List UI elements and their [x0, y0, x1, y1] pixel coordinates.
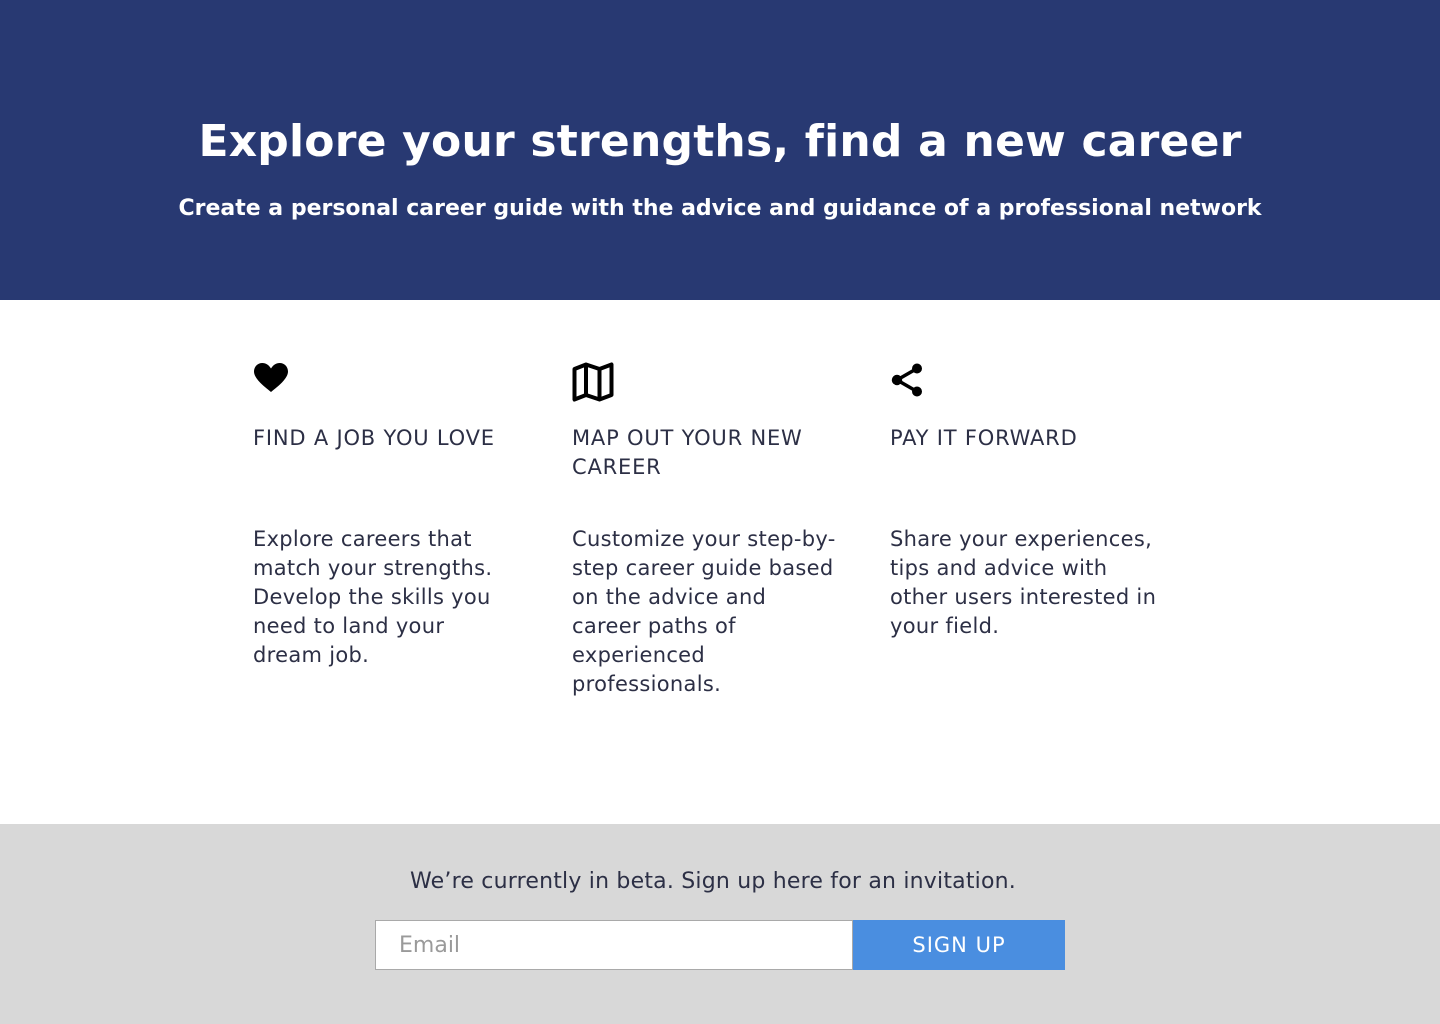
feature-description: Explore careers that match your strength… [253, 527, 493, 667]
feature-pay-forward: PAY IT FORWARD Share your experiences, t… [890, 362, 1180, 638]
email-input[interactable] [375, 920, 853, 970]
feature-description: Share your experiences, tips and advice … [890, 527, 1157, 638]
map-icon [572, 362, 842, 402]
signup-button[interactable]: SIGN UP [853, 920, 1065, 970]
feature-map-career: MAP OUT YOUR NEW CAREER Customize your s… [572, 362, 842, 696]
share-icon [890, 362, 1180, 402]
feature-heading: FIND A JOB YOU LOVE [253, 426, 495, 450]
heart-icon [253, 362, 523, 402]
feature-description: Customize your step-by-step career guide… [572, 527, 836, 696]
beta-message: We’re currently in beta. Sign up here fo… [410, 869, 1016, 894]
hero-banner: Explore your strengths, find a new caree… [0, 0, 1440, 300]
feature-heading: MAP OUT YOUR NEW CAREER [572, 426, 803, 479]
feature-heading: PAY IT FORWARD [890, 426, 1078, 450]
signup-section: We’re currently in beta. Sign up here fo… [0, 824, 1440, 1024]
hero-subtitle: Create a personal career guide with the … [178, 196, 1262, 221]
feature-find-job: FIND A JOB YOU LOVE Explore careers that… [253, 362, 523, 667]
signup-form: SIGN UP [375, 920, 1065, 970]
hero-title: Explore your strengths, find a new caree… [198, 116, 1242, 167]
features-section: FIND A JOB YOU LOVE Explore careers that… [0, 300, 1440, 824]
